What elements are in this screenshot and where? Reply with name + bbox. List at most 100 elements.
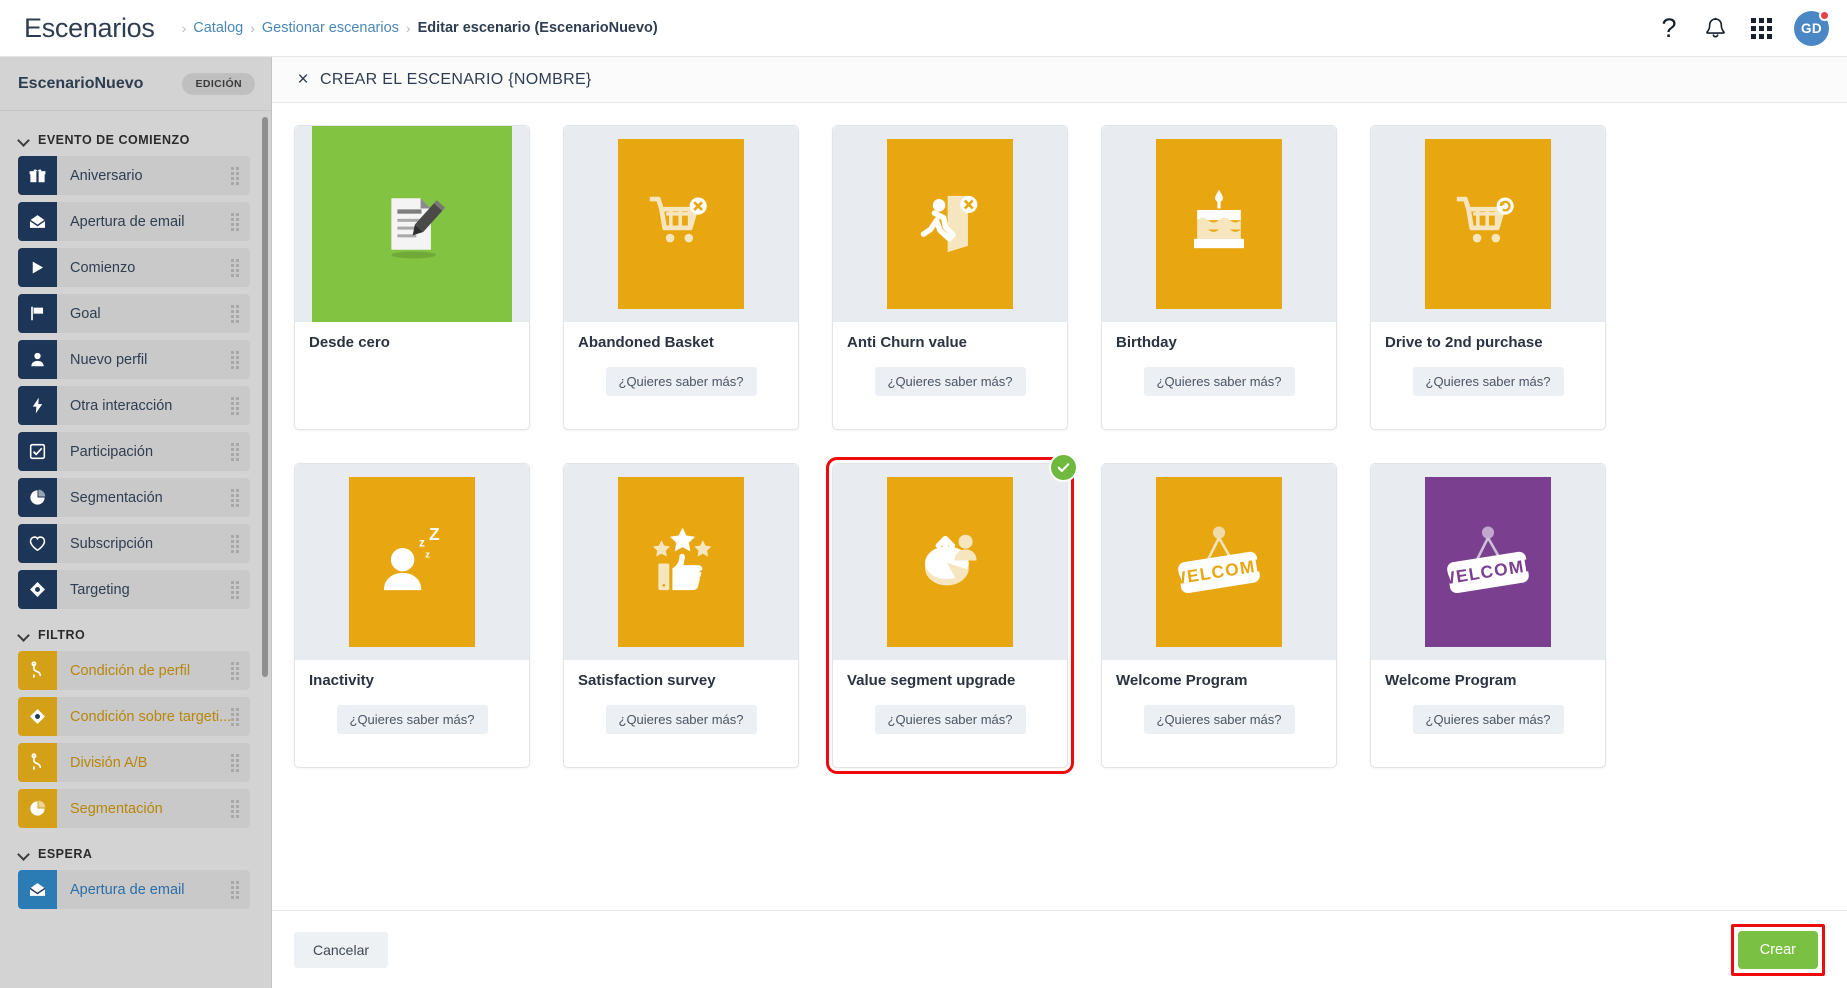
drag-handle-icon[interactable] [231,350,239,369]
breadcrumb-item-0[interactable]: Catalog [193,20,243,36]
learn-more-button[interactable]: ¿Quieres saber más? [1412,705,1564,734]
sidebar-item-label: Nuevo perfil [70,351,148,368]
template-card-anti-churn-value[interactable]: Anti Churn value ¿Quieres saber más? [832,125,1068,430]
learn-more-button[interactable]: ¿Quieres saber más? [874,705,1026,734]
template-gallery: Desde cero Abandoned Basket ¿Quieres saber… [272,103,1847,910]
avatar-notification-dot [1819,10,1830,21]
birthday-cake-icon [1156,139,1282,309]
notifications-bell-icon[interactable] [1692,6,1738,52]
sidebar-item-segmentaci-n[interactable]: Segmentación [18,789,250,828]
template-card-body: Inactivity ¿Quieres saber más? [295,660,529,767]
template-card-satisfaction-survey[interactable]: Satisfaction survey ¿Quieres saber más? [563,463,799,768]
play-icon [18,248,57,287]
lightning-icon [18,386,57,425]
sidebar-item-condici-n-de-perfil[interactable]: Condición de perfil [18,651,250,690]
drag-handle-icon[interactable] [231,534,239,553]
drag-handle-icon[interactable] [231,753,239,772]
breadcrumb-separator: › [181,20,187,36]
sidebar-group-evento-de-comienzo[interactable]: EVENTO DE COMIENZO [0,121,271,156]
template-thumbnail [295,126,529,322]
sidebar-scrollbar[interactable] [262,117,268,677]
learn-more-button[interactable]: ¿Quieres saber más? [605,705,757,734]
svg-text:z: z [419,536,425,549]
sidebar-item-segmentaci-n[interactable]: Segmentación [18,478,250,517]
apps-grid-glyph [1750,18,1772,39]
learn-more-button[interactable]: ¿Quieres saber más? [1143,367,1295,396]
drag-handle-icon[interactable] [231,258,239,277]
sidebar-group-filtro[interactable]: FILTRO [0,616,271,651]
sidebar: EscenarioNuevo EDICIÓN EVENTO DE COMIENZ… [0,57,272,988]
help-icon[interactable]: ? [1646,6,1692,52]
drag-handle-icon[interactable] [231,304,239,323]
sidebar-scenario-name: EscenarioNuevo [18,74,144,92]
cancel-button[interactable]: Cancelar [294,931,389,968]
drag-handle-icon[interactable] [231,580,239,599]
template-card-welcome-program[interactable]: WELCOME Welcome Program ¿Quieres saber más… [1101,463,1337,768]
sidebar-item-participaci-n[interactable]: Participación [18,432,250,471]
learn-more-button[interactable]: ¿Quieres saber más? [336,705,488,734]
template-card-abandoned-basket[interactable]: Abandoned Basket ¿Quieres saber más? [563,125,799,430]
sidebar-item-goal[interactable]: Goal [18,294,250,333]
drag-handle-icon[interactable] [231,707,239,726]
welcome-sign-icon: WELCOME [1156,477,1282,647]
drag-handle-icon[interactable] [231,488,239,507]
breadcrumb-item-1[interactable]: Gestionar escenarios [262,20,399,36]
branch-icon [18,651,57,690]
sidebar-item-label: Participación [70,443,154,460]
sidebar-header: EscenarioNuevo EDICIÓN [0,57,271,111]
apps-grid-icon[interactable] [1738,6,1784,52]
drag-handle-icon[interactable] [231,442,239,461]
sidebar-item-otra-interacci-n[interactable]: Otra interacción [18,386,250,425]
learn-more-button[interactable]: ¿Quieres saber más? [874,367,1026,396]
create-button-highlight: Crear [1730,923,1825,976]
drag-handle-icon[interactable] [231,166,239,185]
status-badge: EDICIÓN [182,72,255,95]
sidebar-item-divisi-n-a-b[interactable]: División A/B [18,743,250,782]
avatar[interactable]: GD [1794,10,1830,46]
sidebar-item-nuevo-perfil[interactable]: Nuevo perfil [18,340,250,379]
help-icon-glyph: ? [1661,13,1677,43]
sidebar-item-label: Segmentación [70,800,163,817]
template-card-body: Anti Churn value ¿Quieres saber más? [833,322,1067,429]
sidebar-item-comienzo[interactable]: Comienzo [18,248,250,287]
sidebar-item-label: Apertura de email [70,881,185,898]
sidebar-item-apertura-de-email[interactable]: Apertura de email [18,202,250,241]
template-card-title: Inactivity [309,672,375,689]
drag-handle-icon[interactable] [231,212,239,231]
create-button[interactable]: Crear [1737,930,1818,969]
sidebar-scroll-area[interactable]: EVENTO DE COMIENZO Aniversario Apertura de… [0,111,271,988]
sidebar-item-aniversario[interactable]: Aniversario [18,156,250,195]
template-card-title: Anti Churn value [847,334,968,351]
learn-more-button[interactable]: ¿Quieres saber más? [1143,705,1295,734]
sidebar-item-apertura-de-email[interactable]: Apertura de email [18,870,250,909]
sidebar-item-targeting[interactable]: Targeting [18,570,250,609]
template-card-body: Welcome Program ¿Quieres saber más? [1102,660,1336,767]
template-card-welcome-program[interactable]: WELCOME Welcome Program ¿Quieres saber más… [1370,463,1606,768]
open-envelope-icon [18,870,57,909]
learn-more-button[interactable]: ¿Quieres saber más? [1412,367,1564,396]
welcome-sign-icon: WELCOME [1425,477,1551,647]
cart-repeat-icon [1425,139,1551,309]
gift-icon [18,156,57,195]
template-card-title: Value segment upgrade [847,672,1016,689]
chevron-down-icon [18,848,31,861]
template-card-value-segment-upgrade[interactable]: Value segment upgrade ¿Quieres saber más? [826,453,1078,774]
open-envelope-icon [18,202,57,241]
template-card-inactivity[interactable]: Zz z Inactivity ¿Quieres saber más? [294,463,530,768]
template-thumbnail: WELCOME [1371,464,1605,660]
sidebar-group-espera[interactable]: ESPERA [0,835,271,870]
drag-handle-icon[interactable] [231,661,239,680]
template-card-drive-to-2nd-purchase[interactable]: Drive to 2nd purchase ¿Quieres saber más? [1370,125,1606,430]
template-card-desde-cero[interactable]: Desde cero [294,125,530,430]
template-card-title: Abandoned Basket [578,334,714,351]
close-icon[interactable]: × [290,69,316,91]
sidebar-item-label: Otra interacción [70,397,173,414]
breadcrumb: › Catalog › Gestionar escenarios › Editar esc… [175,20,658,36]
sidebar-item-condici-n-sobre-targeti[interactable]: Condición sobre targeti... [18,697,250,736]
drag-handle-icon[interactable] [231,799,239,818]
template-card-birthday[interactable]: Birthday ¿Quieres saber más? [1101,125,1337,430]
learn-more-button[interactable]: ¿Quieres saber más? [605,367,757,396]
sidebar-item-subscripci-n[interactable]: Subscripción [18,524,250,563]
drag-handle-icon[interactable] [231,396,239,415]
drag-handle-icon[interactable] [231,880,239,899]
